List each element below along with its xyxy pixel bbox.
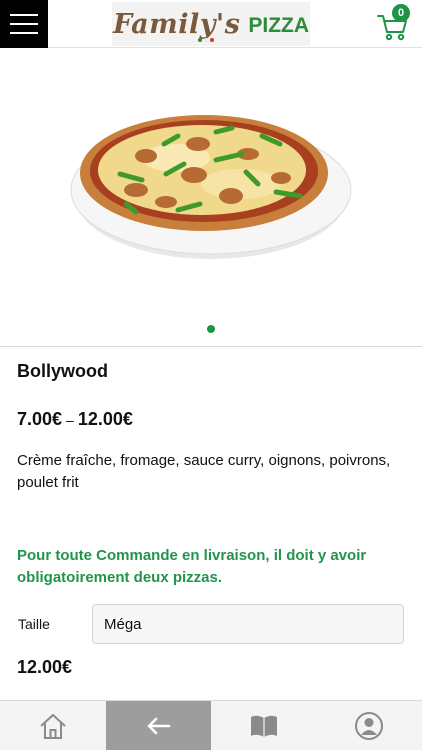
price-max: 12.00€ [77,409,133,429]
cart-button[interactable]: 0 [376,4,416,44]
back-arrow-icon [147,717,171,735]
menu-book-icon [250,715,277,737]
nav-menu-book-button[interactable] [211,701,317,750]
product-name: Bollywood [17,361,108,381]
delivery-notice: Pour toute Commande en livraison, il doi… [17,547,367,586]
bottom-navigation [0,700,422,750]
size-select[interactable]: Méga [92,604,404,644]
logo-flag-dots [198,38,214,42]
logo-dot [198,38,202,42]
app-header: Family's PIZZA 0 [0,0,422,48]
nav-home-button[interactable] [0,701,106,750]
cart-count-badge: 0 [392,4,410,22]
size-label: Taille [18,616,50,632]
logo-dot [204,38,208,42]
size-selected-value: Méga [104,615,142,633]
brand-logo[interactable]: Family's PIZZA [112,2,310,46]
nav-back-button[interactable] [105,701,211,750]
hamburger-line [10,14,38,16]
price-min: 7.00€ [17,409,63,429]
account-icon [355,712,384,740]
pizza-image [70,115,352,259]
hamburger-line [10,23,38,25]
product-description: Crème fraîche, fromage, sauce curry, oig… [17,452,391,491]
logo-script-text: Family's [112,8,241,40]
hamburger-line [10,32,38,34]
logo-dot [210,38,214,42]
home-icon [40,714,66,739]
hamburger-menu-button[interactable] [0,0,48,48]
nav-account-button[interactable] [317,701,422,750]
carousel-indicator-dot[interactable] [207,325,215,333]
total-price: 12.00€ [17,657,73,677]
product-price-range: 7.00€ –12.00€ [17,409,133,430]
product-image-carousel[interactable] [0,48,422,347]
logo-pizza-text: PIZZA [248,14,310,37]
price-separator: – [66,412,74,428]
